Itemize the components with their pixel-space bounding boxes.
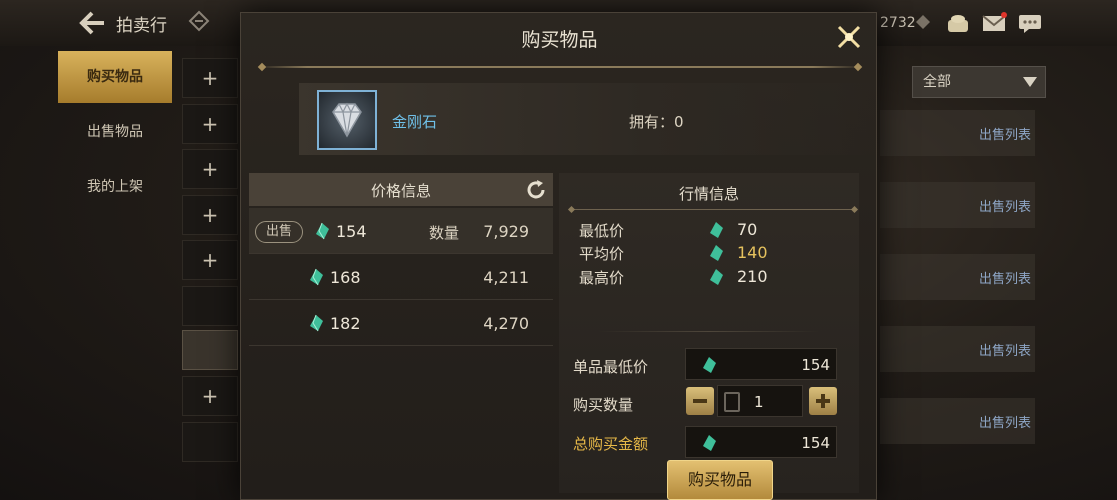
row-price: 154 [336, 222, 367, 241]
category-filter-select[interactable]: 全部 [912, 66, 1046, 98]
gem-currency-icon [710, 269, 723, 285]
close-icon[interactable] [835, 23, 863, 51]
market-info-title: 行情信息 [678, 185, 739, 203]
buy-qty-value: 1 [754, 393, 764, 411]
buy-item-dialog: 购买物品 金刚石 拥有：0 价格信息 出售 154 数量 7,929 168 4… [240, 12, 879, 500]
sell-list-row[interactable]: 出售列表 [880, 326, 1035, 372]
sell-list-link[interactable]: 出售列表 [979, 412, 1031, 431]
sell-list-row[interactable]: 出售列表 [880, 182, 1035, 228]
gem-currency-icon [710, 222, 723, 238]
max-price-value: 210 [737, 267, 768, 286]
max-price-label: 最高价 [579, 269, 625, 287]
chat-icon[interactable] [1017, 12, 1043, 34]
avg-price-label: 平均价 [579, 245, 625, 263]
sell-list-link[interactable]: 出售列表 [979, 196, 1031, 215]
price-info-panel: 价格信息 出售 154 数量 7,929 168 4,211 182 4,270 [249, 173, 553, 493]
sidebar-item-buy[interactable]: 购买物品 [58, 51, 172, 103]
mail-icon[interactable] [981, 12, 1007, 34]
avg-price-value: 140 [737, 243, 768, 262]
increase-qty-button[interactable] [809, 387, 837, 415]
price-row[interactable]: 182 4,270 [249, 300, 553, 346]
gift-box-icon[interactable] [945, 12, 971, 34]
owned-count: 拥有：0 [629, 113, 684, 131]
currency-count: 2732 [880, 15, 916, 31]
row-price: 168 [330, 268, 361, 287]
unit-min-price-label: 单品最低价 [573, 358, 649, 376]
gem-currency-icon [310, 268, 323, 286]
row-qty: 4,270 [483, 314, 529, 333]
price-row[interactable]: 出售 154 数量 7,929 [249, 208, 553, 254]
title-divider [259, 66, 861, 68]
refresh-icon[interactable] [524, 178, 548, 202]
diamond-icon [317, 90, 377, 150]
gem-currency-icon [703, 357, 716, 373]
sell-list-row[interactable]: 出售列表 [880, 254, 1035, 300]
back-arrow-icon[interactable] [76, 9, 106, 37]
total-price-label: 总购买金额 [573, 435, 649, 453]
total-price-field: 154 [685, 426, 837, 458]
empty-slot[interactable] [182, 422, 238, 462]
sidebar-item-sell[interactable]: 出售物品 [58, 106, 172, 158]
price-row[interactable]: 168 4,211 [249, 254, 553, 300]
gem-currency-icon [710, 245, 723, 261]
chevron-down-icon [1023, 77, 1037, 87]
price-info-title: 价格信息 [370, 182, 431, 200]
currency-gem-icon [915, 14, 931, 30]
add-slot-button[interactable]: + [182, 240, 238, 280]
add-slot-button[interactable]: + [182, 376, 238, 416]
qty-label: 数量 [429, 224, 460, 242]
min-price-label: 最低价 [579, 222, 625, 240]
gem-currency-icon [310, 314, 323, 332]
gem-currency-icon [316, 222, 329, 240]
gem-currency-icon [703, 435, 716, 451]
form-divider [599, 331, 819, 332]
row-qty: 4,211 [483, 268, 529, 287]
add-slot-button[interactable]: + [182, 58, 238, 98]
buy-qty-label: 购买数量 [573, 396, 634, 414]
sell-badge: 出售 [255, 221, 303, 243]
app-title: 拍卖行 [116, 16, 167, 36]
sidebar-item-my-listings[interactable]: 我的上架 [58, 161, 172, 213]
gem-icon [188, 10, 210, 32]
unit-min-price-value: 154 [801, 356, 830, 374]
row-qty: 7,929 [483, 222, 529, 241]
selected-slot[interactable] [182, 330, 238, 370]
market-info-panel: 行情信息 最低价 70 平均价 140 最高价 210 单品最低价 154 购买… [559, 173, 859, 493]
item-strip [299, 83, 879, 155]
calculator-icon[interactable] [724, 392, 740, 412]
min-price-value: 70 [737, 220, 758, 239]
price-info-header: 价格信息 [249, 173, 553, 206]
buy-qty-input[interactable]: 1 [717, 385, 803, 417]
sell-list-row[interactable]: 出售列表 [880, 398, 1035, 444]
decrease-qty-button[interactable] [686, 387, 714, 415]
empty-slot[interactable] [182, 286, 238, 326]
row-price: 182 [330, 314, 361, 333]
filter-selected-value: 全部 [923, 74, 951, 90]
dialog-title: 购买物品 [521, 29, 598, 51]
add-slot-button[interactable]: + [182, 104, 238, 144]
total-price-value: 154 [801, 434, 830, 452]
sell-list-link[interactable]: 出售列表 [979, 340, 1031, 359]
sell-list-row[interactable]: 出售列表 [880, 110, 1035, 156]
buy-item-button[interactable]: 购买物品 [667, 460, 773, 500]
item-name: 金刚石 [392, 113, 438, 131]
add-slot-button[interactable]: + [182, 149, 238, 189]
unit-min-price-field: 154 [685, 348, 837, 380]
sell-list-link[interactable]: 出售列表 [979, 268, 1031, 287]
sell-list-link[interactable]: 出售列表 [979, 124, 1031, 143]
market-divider [571, 209, 855, 210]
add-slot-button[interactable]: + [182, 195, 238, 235]
